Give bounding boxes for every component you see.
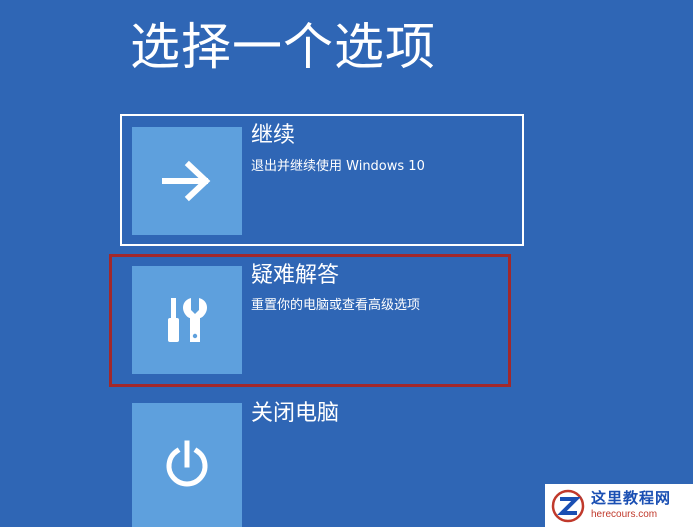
troubleshoot-option[interactable]: 疑难解答 重置你的电脑或查看高级选项 (109, 254, 511, 387)
watermark-url: herecours.com (591, 509, 658, 520)
shutdown-option[interactable]: 关闭电脑 (120, 399, 524, 527)
shutdown-tile[interactable] (132, 403, 242, 527)
watermark-site-name: 这里教程网 (591, 489, 672, 507)
troubleshoot-title: 疑难解答 (251, 263, 340, 288)
continue-tile[interactable] (132, 127, 242, 235)
arrow-right-icon (162, 160, 211, 202)
page-title: 选择一个选项 (130, 18, 436, 76)
troubleshoot-tile[interactable] (132, 266, 242, 374)
continue-title: 继续 (251, 123, 296, 148)
power-icon (166, 440, 208, 487)
troubleshoot-description: 重置你的电脑或查看高级选项 (251, 298, 421, 313)
site-logo-icon (551, 489, 585, 522)
site-watermark: 这里教程网 herecours.com (545, 484, 693, 527)
tools-icon (168, 298, 207, 342)
continue-option[interactable]: 继续 退出并继续使用 Windows 10 (120, 114, 524, 246)
continue-description: 退出并继续使用 Windows 10 (251, 159, 425, 174)
shutdown-title: 关闭电脑 (251, 401, 340, 426)
